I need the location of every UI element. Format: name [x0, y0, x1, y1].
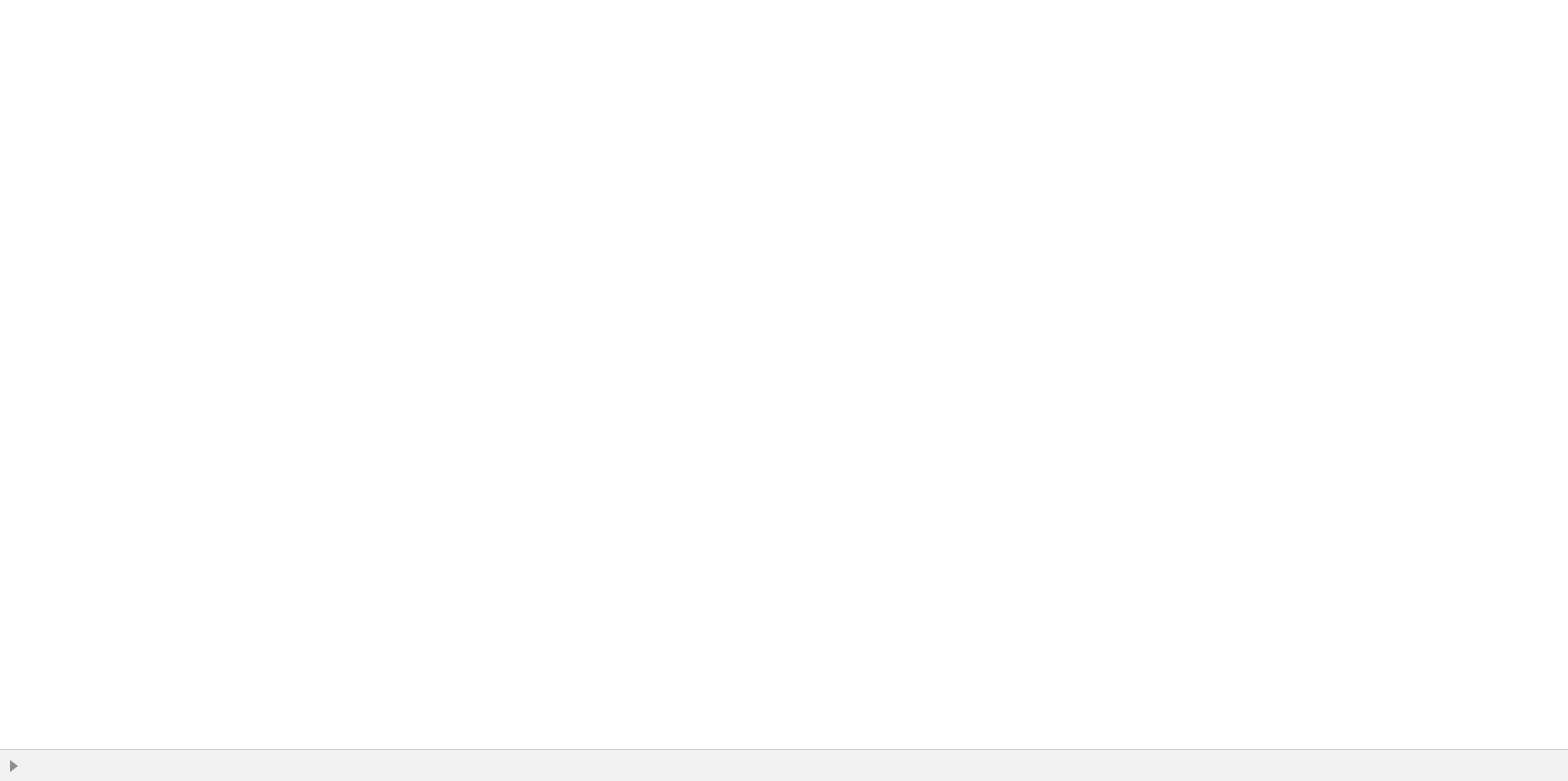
triangle-right-icon	[10, 759, 18, 772]
add-sheet-button[interactable]	[28, 750, 70, 781]
sheet-tab-bar	[0, 749, 1568, 781]
tab-nav-right-button[interactable]	[0, 750, 28, 781]
calendar-template-screen	[0, 0, 1568, 781]
spreadsheet-canvas	[0, 0, 1568, 749]
sheet-notes-section	[584, 62, 760, 72]
